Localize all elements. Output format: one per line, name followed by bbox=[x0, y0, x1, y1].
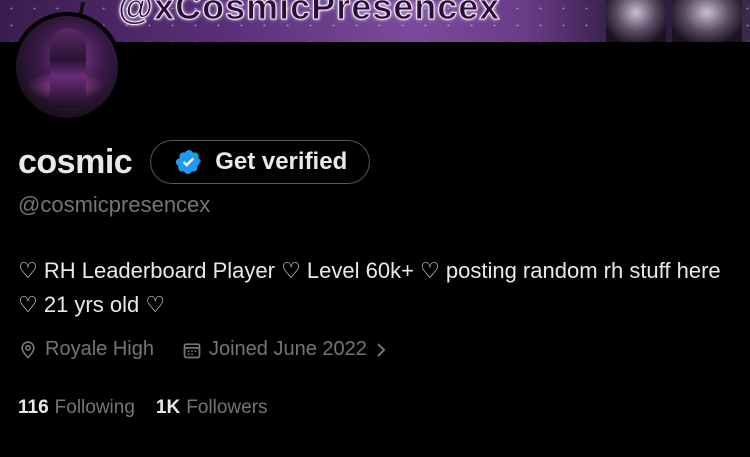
avatar-image bbox=[16, 16, 118, 118]
following-count: 116 bbox=[18, 397, 49, 418]
location-text: Royale High bbox=[45, 338, 154, 360]
calendar-icon bbox=[183, 342, 201, 358]
location-pin-icon bbox=[21, 340, 35, 359]
banner-text: @xCosmicPresencex bbox=[117, 0, 501, 28]
banner-figure-right bbox=[672, 0, 742, 42]
profile-bio: ♡ RH Leaderboard Player ♡ Level 60k+ ♡ p… bbox=[18, 258, 721, 317]
profile-meta: Royale High Joined June 2022 bbox=[18, 338, 396, 361]
banner-figure-left bbox=[606, 0, 666, 42]
chevron-right-icon bbox=[377, 342, 386, 357]
followers-count: 1K bbox=[155, 397, 181, 418]
get-verified-label: Get verified bbox=[215, 148, 348, 175]
avatar[interactable] bbox=[12, 12, 122, 122]
following-label: Following bbox=[54, 397, 135, 418]
username-handle: @cosmicpresencex bbox=[18, 192, 211, 217]
joined-date-text: Joined June 2022 bbox=[208, 338, 367, 360]
name-row: cosmic Get verified bbox=[18, 140, 371, 184]
following-link[interactable]: 116 Following bbox=[18, 397, 135, 419]
display-name: cosmic bbox=[18, 142, 133, 181]
joined-item[interactable]: Joined June 2022 bbox=[182, 338, 396, 361]
follow-stats: 116 Following 1K Followers bbox=[18, 397, 289, 419]
followers-label: Followers bbox=[186, 397, 268, 418]
avatar-character bbox=[50, 28, 86, 108]
verified-badge-icon bbox=[175, 148, 203, 176]
location-item: Royale High bbox=[18, 338, 154, 361]
get-verified-button[interactable]: Get verified bbox=[150, 140, 371, 184]
followers-link[interactable]: 1K Followers bbox=[156, 397, 268, 419]
